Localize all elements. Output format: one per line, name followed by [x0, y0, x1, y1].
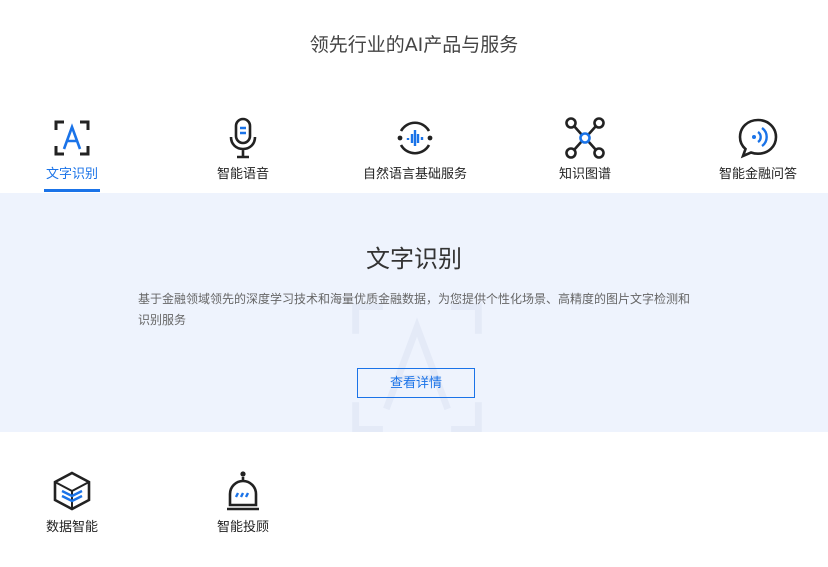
panel-description: 基于金融领域领先的深度学习技术和海量优质金融数据，为您提供个性化场景、高精度的图…: [138, 292, 691, 327]
tab-label: 智能语音: [216, 167, 269, 182]
tab-label: 文字识别: [45, 167, 98, 182]
robot-advisor-icon: [227, 471, 259, 511]
tab-nlp-services[interactable]: 自然语言基础服务: [345, 112, 485, 192]
tab-financial-qa[interactable]: 智能金融问答: [688, 112, 828, 192]
tab-label: 自然语言基础服务: [362, 167, 467, 182]
panel-heading: 文字识别: [366, 245, 462, 273]
microphone-icon: [229, 117, 257, 159]
tab-knowledge-graph[interactable]: 知识图谱: [515, 112, 655, 192]
data-cube-icon: [53, 471, 91, 511]
text-recognition-icon: [54, 120, 90, 156]
view-details-button[interactable]: 查看详情: [357, 368, 475, 398]
chat-bubble-icon: [738, 118, 778, 159]
tab-label: 智能金融问答: [718, 167, 797, 182]
tab-data-intelligence[interactable]: 数据智能: [2, 465, 142, 545]
tab-smart-voice[interactable]: 智能语音: [173, 112, 313, 192]
tab-label: 数据智能: [45, 520, 98, 535]
tab-content-panel: 文字识别 基于金融领域领先的深度学习技术和海量优质金融数据，为您提供个性化场景、…: [0, 193, 828, 432]
tab-robo-advisor[interactable]: 智能投顾: [173, 465, 313, 545]
voice-wave-icon: [397, 121, 433, 155]
knowledge-graph-icon: [565, 117, 605, 159]
tab-label: 知识图谱: [558, 167, 611, 182]
product-tabs: 文字识别 智能语音 自然语言基础服务 知识图谱 智能金融问答: [0, 112, 828, 192]
tab-label: 智能投顾: [216, 520, 269, 535]
product-tabs-row-2: 数据智能 智能投顾: [0, 465, 828, 545]
tab-text-recognition[interactable]: 文字识别: [2, 112, 142, 192]
section-title: 领先行业的AI产品与服务: [309, 34, 519, 56]
